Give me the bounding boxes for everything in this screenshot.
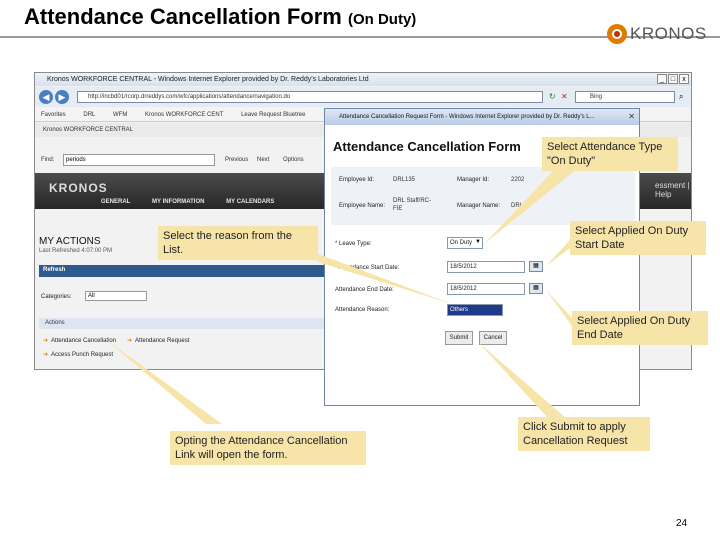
callout-start-date: Select Applied On Duty Start Date <box>570 221 706 255</box>
connector-end-date <box>546 290 572 326</box>
connector-attendance-type <box>484 168 578 244</box>
connector-opting-link <box>104 338 222 424</box>
callout-end-date: Select Applied On Duty End Date <box>572 311 708 345</box>
connector-reason <box>318 254 452 304</box>
connector-submit <box>478 342 566 418</box>
connector-start-date <box>546 240 570 266</box>
page-number: 24 <box>676 518 688 529</box>
callout-reason: Select the reason from the List. <box>158 226 318 260</box>
callout-attendance-type: Select Attendance Type "On Duty" <box>542 137 678 171</box>
callout-opting-link: Opting the Attendance Cancellation Link … <box>170 431 366 465</box>
callout-submit: Click Submit to apply Cancellation Reque… <box>518 417 650 451</box>
